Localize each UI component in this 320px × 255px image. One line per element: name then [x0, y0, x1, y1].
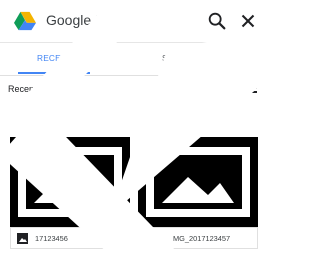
- file-grid: [10, 137, 258, 227]
- search-icon[interactable]: [206, 10, 228, 32]
- file-name: MG_2017123457: [173, 234, 231, 243]
- chevron-right-icon[interactable]: [245, 49, 265, 69]
- tab-recent[interactable]: RECENT: [37, 53, 72, 63]
- image-placeholder-icon: [10, 137, 130, 227]
- file-item[interactable]: 17123456: [10, 227, 130, 249]
- selected-tab-indicator: [18, 72, 90, 74]
- file-thumbnail[interactable]: [138, 137, 258, 227]
- close-icon[interactable]: [237, 10, 259, 32]
- file-item[interactable]: MG_2017123457: [138, 227, 258, 249]
- image-placeholder-icon: [138, 137, 258, 227]
- list-view-icon[interactable]: [244, 81, 258, 95]
- file-name: 17123456: [35, 234, 68, 243]
- tab-shared-with-me[interactable]: SHARED WITH ME: [162, 53, 238, 63]
- image-icon: [17, 233, 28, 244]
- file-thumbnail[interactable]: [10, 137, 130, 227]
- section-header: Recent: [0, 80, 267, 98]
- google-drive-logo-icon: [14, 11, 36, 31]
- tab-i[interactable]: I: [90, 53, 93, 63]
- section-title: Recent: [8, 84, 37, 94]
- app-bar: Google Drive: [0, 0, 267, 43]
- app-title: Google Drive: [46, 12, 128, 28]
